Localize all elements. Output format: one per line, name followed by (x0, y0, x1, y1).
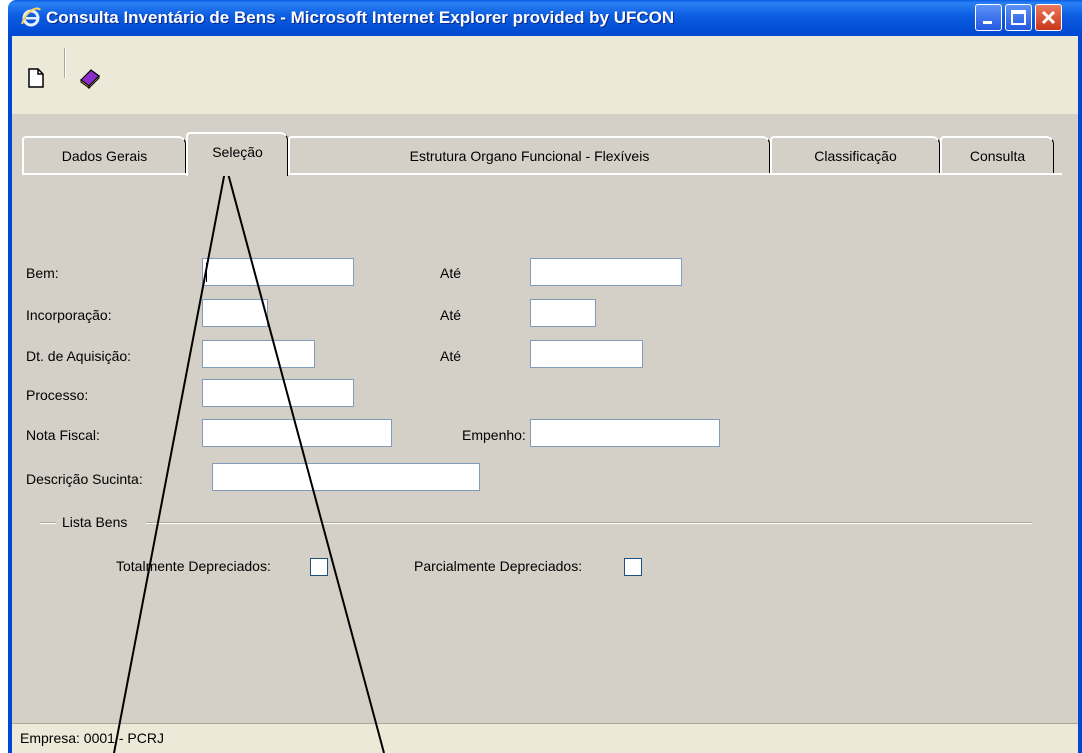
tab-label: Estrutura Organo Funcional - Flexíveis (409, 148, 650, 164)
bem-input[interactable] (202, 258, 354, 286)
toolbar-separator (64, 48, 66, 78)
maximize-button[interactable] (1005, 4, 1032, 31)
incorporacao-input[interactable] (202, 299, 268, 327)
incorporacao-label: Incorporação: (26, 307, 112, 323)
text-cursor (206, 263, 207, 282)
bem-ate-input[interactable] (530, 258, 682, 286)
tab-classificacao[interactable]: Classificação (770, 136, 940, 174)
processo-label: Processo: (26, 387, 89, 403)
dt-aquisicao-input[interactable] (202, 340, 315, 368)
status-text: Empresa: 0001 - PCRJ (20, 730, 164, 746)
new-document-icon[interactable] (28, 68, 44, 88)
bem-label: Bem: (26, 265, 59, 281)
tab-label: Dados Gerais (61, 148, 148, 164)
group-line-right (146, 522, 1032, 524)
empenho-input[interactable] (530, 419, 720, 447)
bem-ate-label: Até (440, 265, 462, 281)
tab-label: Consulta (969, 148, 1026, 164)
totalmente-depreciados-checkbox[interactable] (310, 558, 328, 576)
dt-aquisicao-ate-label: Até (440, 348, 462, 364)
descricao-sucinta-input[interactable] (212, 463, 480, 491)
browser-window: Consulta Inventário de Bens - Microsoft … (0, 0, 1082, 753)
tab-baseline (22, 173, 1062, 175)
close-icon (1041, 10, 1056, 25)
tab-label: Classificação (814, 148, 897, 164)
totalmente-depreciados-label: Totalmente Depreciados: (116, 558, 271, 574)
close-button[interactable] (1035, 4, 1062, 31)
lista-bens-legend: Lista Bens (62, 514, 128, 530)
title-bar[interactable]: Consulta Inventário de Bens - Microsoft … (8, 0, 1082, 36)
nota-fiscal-label: Nota Fiscal: (26, 427, 100, 443)
parcialmente-depreciados-checkbox[interactable] (624, 558, 642, 576)
status-bar: Empresa: 0001 - PCRJ (12, 723, 1078, 753)
tab-selecao[interactable]: Seleção (186, 132, 288, 176)
internet-explorer-icon (21, 7, 41, 27)
group-line-left (40, 522, 56, 524)
tab-estrutura-organo-funcional[interactable]: Estrutura Organo Funcional - Flexíveis (288, 136, 770, 174)
incorporacao-ate-input[interactable] (530, 299, 596, 327)
maximize-icon (1011, 10, 1026, 25)
form-area: Dados Gerais Seleção Estrutura Organo Fu… (12, 114, 1078, 723)
minimize-icon (983, 21, 992, 24)
nota-fiscal-input[interactable] (202, 419, 392, 447)
window-frame-right (1078, 36, 1082, 753)
help-book-icon[interactable] (78, 66, 102, 90)
toolbar (12, 36, 1078, 114)
minimize-button[interactable] (975, 4, 1002, 31)
incorporacao-ate-label: Até (440, 307, 462, 323)
tab-consulta[interactable]: Consulta (940, 136, 1054, 174)
dt-aquisicao-label: Dt. de Aquisição: (26, 348, 132, 364)
dt-aquisicao-ate-input[interactable] (530, 340, 643, 368)
parcialmente-depreciados-label: Parcialmente Depreciados: (414, 558, 583, 574)
window-title: Consulta Inventário de Bens - Microsoft … (46, 8, 675, 27)
descricao-sucinta-label: Descrição Sucinta: (26, 471, 143, 487)
empenho-label: Empenho: (462, 427, 526, 443)
tab-dados-gerais[interactable]: Dados Gerais (22, 136, 186, 174)
tab-label: Seleção (212, 144, 263, 160)
processo-input[interactable] (202, 379, 354, 407)
